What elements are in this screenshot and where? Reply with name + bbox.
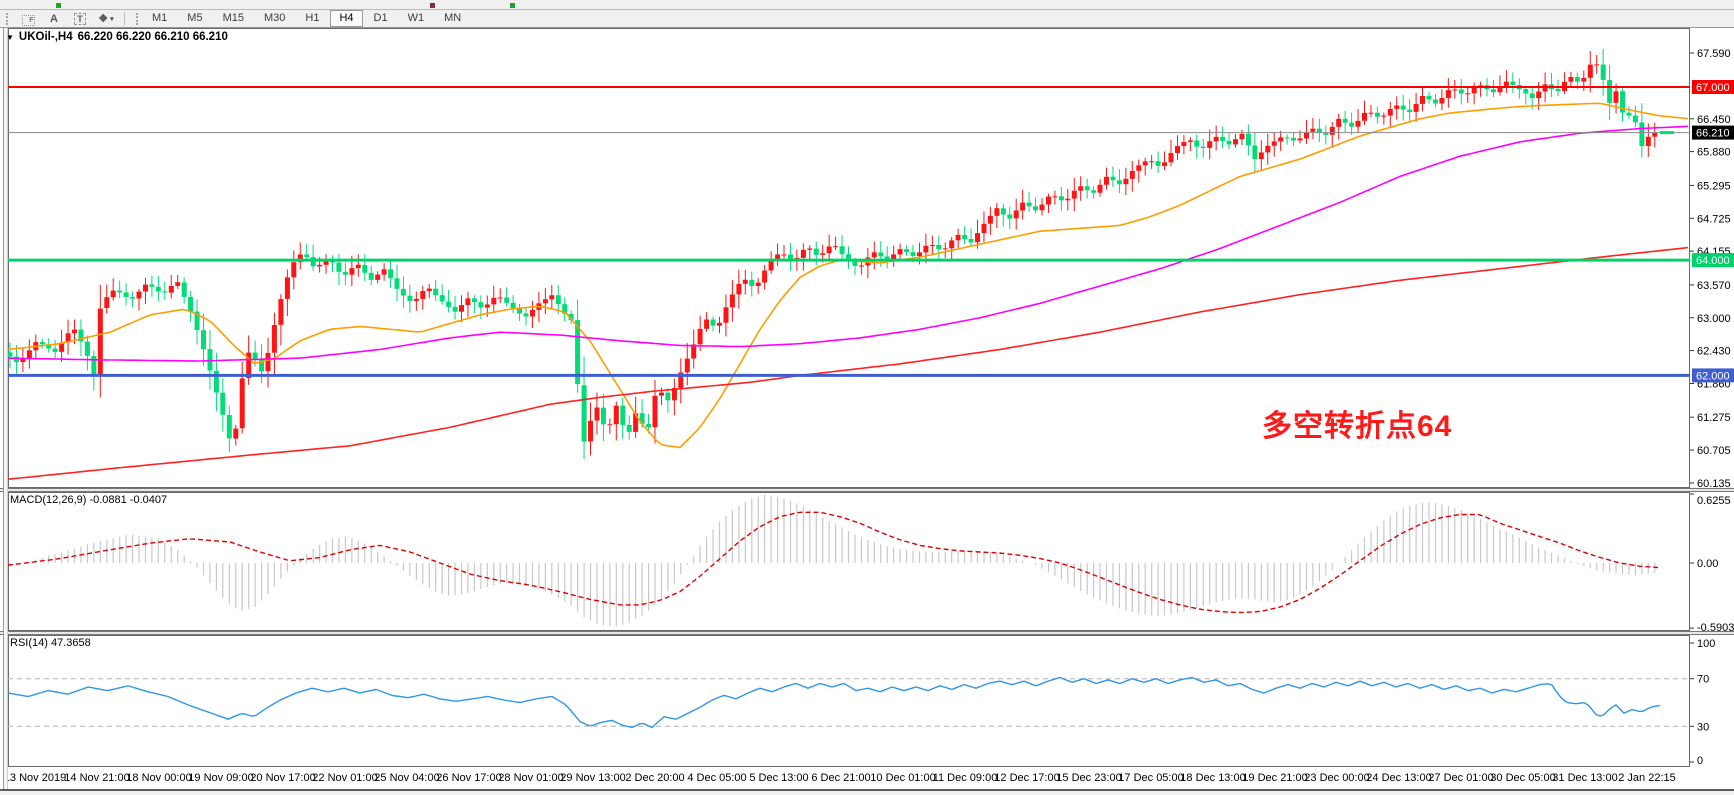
timeframe-bar: M1M5M15M30H1H4D1W1MN xyxy=(142,10,471,27)
price-chart-canvas[interactable]: 67.59066.45065.88065.29564.72564.15563.5… xyxy=(0,28,1734,488)
toolbar: FAT ❖▾ M1M5M15M30H1H4D1W1MN xyxy=(0,10,1734,28)
date-tick-label: 30 Dec 05:00 xyxy=(1490,772,1555,784)
mt4-window: FAT ❖▾ M1M5M15M30H1H4D1W1MN 67.590 66.450 6… xyxy=(0,0,1734,795)
timeframe-button-H1[interactable]: H1 xyxy=(296,10,328,27)
date-axis[interactable]: 13 Nov 201914 Nov 21:0018 Nov 00:0019 No… xyxy=(0,767,1734,791)
svg-text:60.705: 60.705 xyxy=(1697,445,1731,457)
rsi-line xyxy=(8,678,1660,728)
price-panel: 67.59066.45065.88065.29564.72564.15563.5… xyxy=(0,28,1734,488)
date-tick-label: 23 Dec 00:00 xyxy=(1304,772,1369,784)
chart-title[interactable]: ▼ UKOil-,H4 66.220 66.220 66.210 66.210 xyxy=(6,31,228,43)
date-tick-label: 27 Dec 01:00 xyxy=(1428,772,1493,784)
clipped-toolbar-row xyxy=(0,0,1734,10)
date-tick-label: 10 Dec 01:00 xyxy=(870,772,935,784)
date-tick-label: 15 Dec 23:00 xyxy=(1056,772,1121,784)
timeframe-button-W1[interactable]: W1 xyxy=(399,10,434,27)
timeframe-button-MN[interactable]: MN xyxy=(435,10,470,27)
date-tick-label: 28 Nov 01:00 xyxy=(498,772,563,784)
date-tick-label: 20 Nov 17:00 xyxy=(250,772,315,784)
svg-text:67.590: 67.590 xyxy=(1697,48,1731,60)
svg-text:62.000: 62.000 xyxy=(1696,370,1730,382)
snap-grid-icon[interactable]: F xyxy=(18,13,38,28)
symbol-period-label: UKOil-,H4 xyxy=(19,31,73,43)
macd-panel: 0.6255 0.00 -0.5903 MACD(12,26,9) -0.0881 … xyxy=(0,492,1734,631)
arrows-dropdown-icon[interactable]: ❖▾ xyxy=(96,11,116,26)
svg-text:-0.5903: -0.5903 xyxy=(1697,622,1734,631)
date-tick-label: 22 Nov 01:00 xyxy=(312,772,377,784)
ohlc-values: 66.220 66.220 66.210 66.210 xyxy=(78,31,228,43)
svg-text:0.00: 0.00 xyxy=(1697,558,1718,570)
price-axis[interactable]: 67.59066.45065.88065.29564.72564.15563.5… xyxy=(1690,48,1734,488)
date-tick-label: 25 Nov 04:00 xyxy=(374,772,439,784)
date-tick-label: 5 Dec 13:00 xyxy=(749,772,808,784)
toolbar-speck xyxy=(510,3,515,8)
date-tick-label: 12 Dec 17:00 xyxy=(994,772,1059,784)
macd-chart-canvas[interactable]: 0.6255 0.00 -0.5903 xyxy=(0,492,1734,631)
macd-indicator-label: MACD(12,26,9) -0.0881 -0.0407 xyxy=(10,494,167,506)
toolbar-separator xyxy=(124,12,125,25)
rsi-panel: 100 70 30 0 RSI(14) 47.3658 xyxy=(0,635,1734,767)
date-tick-label: 13 Nov 2019 xyxy=(4,772,66,784)
svg-text:66.210: 66.210 xyxy=(1696,128,1730,140)
rsi-indicator-label: RSI(14) 47.3658 xyxy=(10,637,91,649)
text-a-icon[interactable]: A xyxy=(44,12,64,27)
candles xyxy=(8,49,1658,459)
date-tick-label: 26 Nov 17:00 xyxy=(436,772,501,784)
svg-text:30: 30 xyxy=(1697,721,1709,733)
svg-text:65.880: 65.880 xyxy=(1697,147,1731,159)
macd-axis[interactable]: 0.6255 0.00 -0.5903 xyxy=(1690,494,1734,631)
date-tick-label: 17 Dec 05:00 xyxy=(1118,772,1183,784)
svg-text:64.725: 64.725 xyxy=(1697,213,1731,225)
chinese-annotation: 多空转折点64 xyxy=(1262,401,1452,445)
chart-dropdown-icon[interactable]: ▼ xyxy=(6,33,14,42)
date-tick-label: 19 Nov 09:00 xyxy=(188,772,253,784)
svg-text:65.295: 65.295 xyxy=(1697,180,1731,192)
date-tick-label: 31 Dec 13:00 xyxy=(1552,772,1617,784)
timeframe-button-D1[interactable]: D1 xyxy=(365,10,397,27)
date-tick-label: 14 Nov 21:00 xyxy=(64,772,129,784)
date-tick-label: 4 Dec 05:00 xyxy=(687,772,746,784)
svg-text:70: 70 xyxy=(1697,674,1709,686)
date-tick-label: 2 Jan 22:15 xyxy=(1618,772,1676,784)
timeframe-button-M30[interactable]: M30 xyxy=(255,10,294,27)
rsi-axis[interactable]: 100 70 30 0 xyxy=(1690,638,1715,767)
date-tick-label: 24 Dec 13:00 xyxy=(1366,772,1431,784)
svg-text:63.570: 63.570 xyxy=(1697,280,1731,292)
svg-text:60.135: 60.135 xyxy=(1697,478,1731,488)
rsi-chart-canvas[interactable]: 100 70 30 0 xyxy=(0,635,1734,767)
svg-text:63.000: 63.000 xyxy=(1697,313,1731,325)
horizontal-lines[interactable] xyxy=(8,87,1690,375)
text-label-icon[interactable]: T xyxy=(70,12,90,27)
svg-text:66.450: 66.450 xyxy=(1697,114,1731,126)
timeframe-button-H4[interactable]: H4 xyxy=(330,10,362,27)
window-left-border xyxy=(3,28,8,789)
date-tick-label: 18 Nov 00:00 xyxy=(126,772,191,784)
date-tick-label: 11 Dec 09:00 xyxy=(933,772,998,784)
toolbar-speck xyxy=(56,3,61,8)
svg-text:61.275: 61.275 xyxy=(1697,412,1731,424)
svg-text:0.6255: 0.6255 xyxy=(1697,495,1731,507)
date-tick-label: 6 Dec 21:00 xyxy=(811,772,870,784)
plot-frame xyxy=(9,636,1690,767)
ma-mid-magenta xyxy=(8,126,1688,361)
svg-text:100: 100 xyxy=(1697,638,1715,650)
svg-text:62.430: 62.430 xyxy=(1697,346,1731,358)
toolbar-speck xyxy=(430,3,435,8)
svg-text:67.000: 67.000 xyxy=(1696,82,1730,94)
timeframe-button-M1[interactable]: M1 xyxy=(143,10,176,27)
timeframe-button-M5[interactable]: M5 xyxy=(178,10,211,27)
date-tick-label: 2 Dec 20:00 xyxy=(625,772,684,784)
timeframe-button-M15[interactable]: M15 xyxy=(214,10,253,27)
status-strip xyxy=(0,791,1734,795)
svg-text:64.000: 64.000 xyxy=(1696,255,1730,267)
date-tick-label: 29 Nov 13:00 xyxy=(560,772,625,784)
svg-text:0: 0 xyxy=(1697,755,1703,767)
date-tick-label: 18 Dec 13:00 xyxy=(1180,772,1245,784)
dropdown-caret-icon[interactable]: ▾ xyxy=(110,15,114,23)
date-tick-label: 19 Dec 21:00 xyxy=(1242,772,1307,784)
